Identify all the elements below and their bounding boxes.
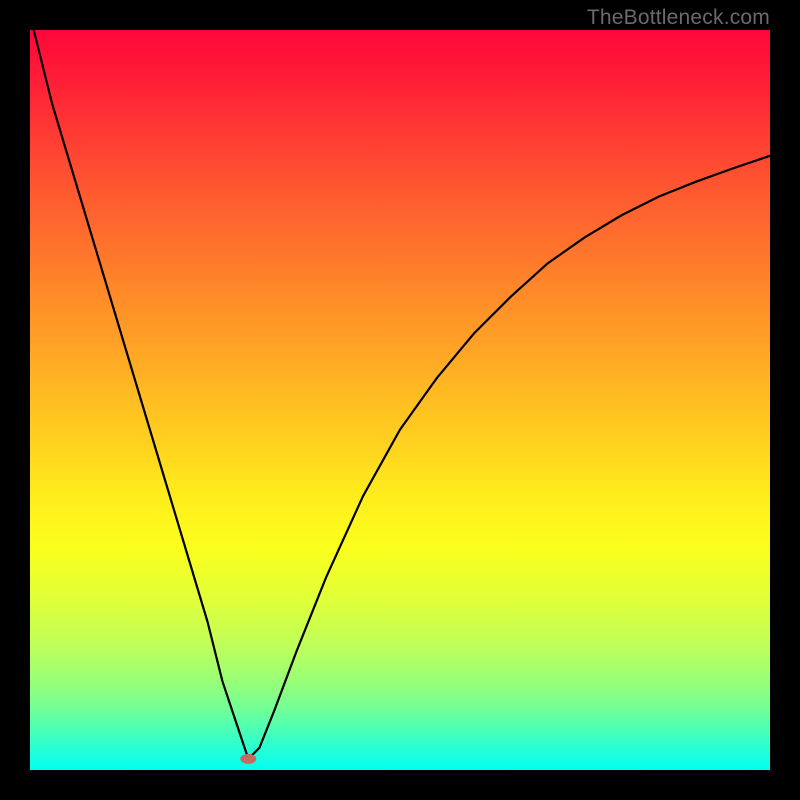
- bottleneck-curve: [34, 30, 770, 759]
- watermark-text: TheBottleneck.com: [587, 6, 770, 30]
- plot-area: [30, 30, 770, 770]
- chart-frame: TheBottleneck.com: [0, 0, 800, 800]
- curve-svg: [30, 30, 770, 770]
- minimum-marker: [240, 754, 256, 764]
